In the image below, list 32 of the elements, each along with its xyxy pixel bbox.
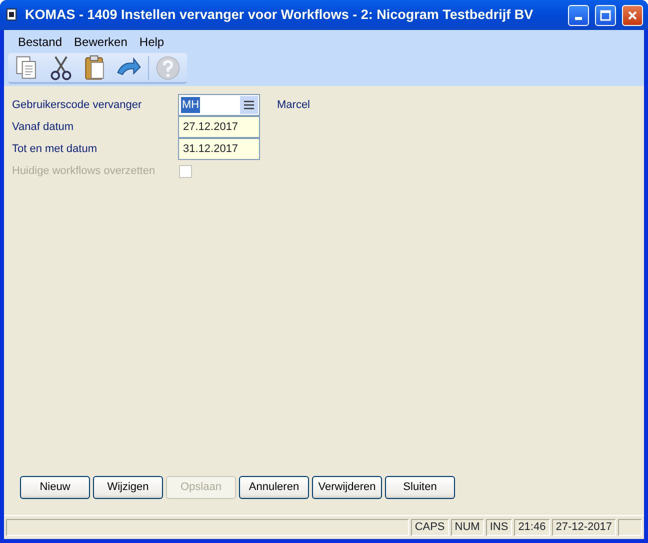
- field-label: Vanaf datum: [12, 120, 75, 135]
- close-button[interactable]: [622, 4, 643, 26]
- dialog-button[interactable]: Sluiten: [385, 476, 455, 499]
- menu-item[interactable]: Bewerken: [68, 32, 134, 50]
- minimize-icon: [575, 16, 582, 20]
- dialog-button[interactable]: Verwijderen: [312, 476, 382, 499]
- dialog-button[interactable]: Wijzigen: [93, 476, 163, 499]
- close-icon: [627, 10, 638, 20]
- input-field[interactable]: MH: [178, 94, 260, 116]
- status-panel: 21:46: [514, 519, 550, 536]
- status-panel: NUM: [450, 519, 484, 536]
- menu-item[interactable]: Help: [133, 32, 170, 50]
- date-field[interactable]: 27.12.2017: [178, 116, 260, 138]
- status-panel: [618, 519, 642, 536]
- list-button[interactable]: [240, 96, 258, 114]
- maximize-button[interactable]: [595, 4, 616, 26]
- status-panel: CAPS: [410, 519, 449, 536]
- field-label: Tot en met datum: [12, 142, 98, 157]
- field-label: Huidige workflows overzetten: [12, 164, 156, 179]
- maximize-icon: [600, 10, 611, 20]
- menu-icon: [243, 100, 255, 110]
- status-panel: INS: [486, 519, 512, 536]
- dialog-button[interactable]: Nieuw: [20, 476, 90, 499]
- app-icon: [5, 8, 19, 22]
- menu-item[interactable]: Bestand: [12, 32, 68, 50]
- date-field[interactable]: 31.12.2017: [178, 138, 260, 160]
- window-title: KOMAS - 1409 Instellen vervanger voor Workflows - 2: Nicogram Testbedrijf BV: [25, 6, 534, 24]
- user-name: Marcel: [277, 98, 310, 113]
- field-label: Gebruikerscode vervanger: [12, 98, 143, 113]
- dialog-button[interactable]: Annuleren: [239, 476, 309, 499]
- status-panel: 27-12-2017: [552, 519, 616, 536]
- minimize-button[interactable]: [568, 4, 589, 26]
